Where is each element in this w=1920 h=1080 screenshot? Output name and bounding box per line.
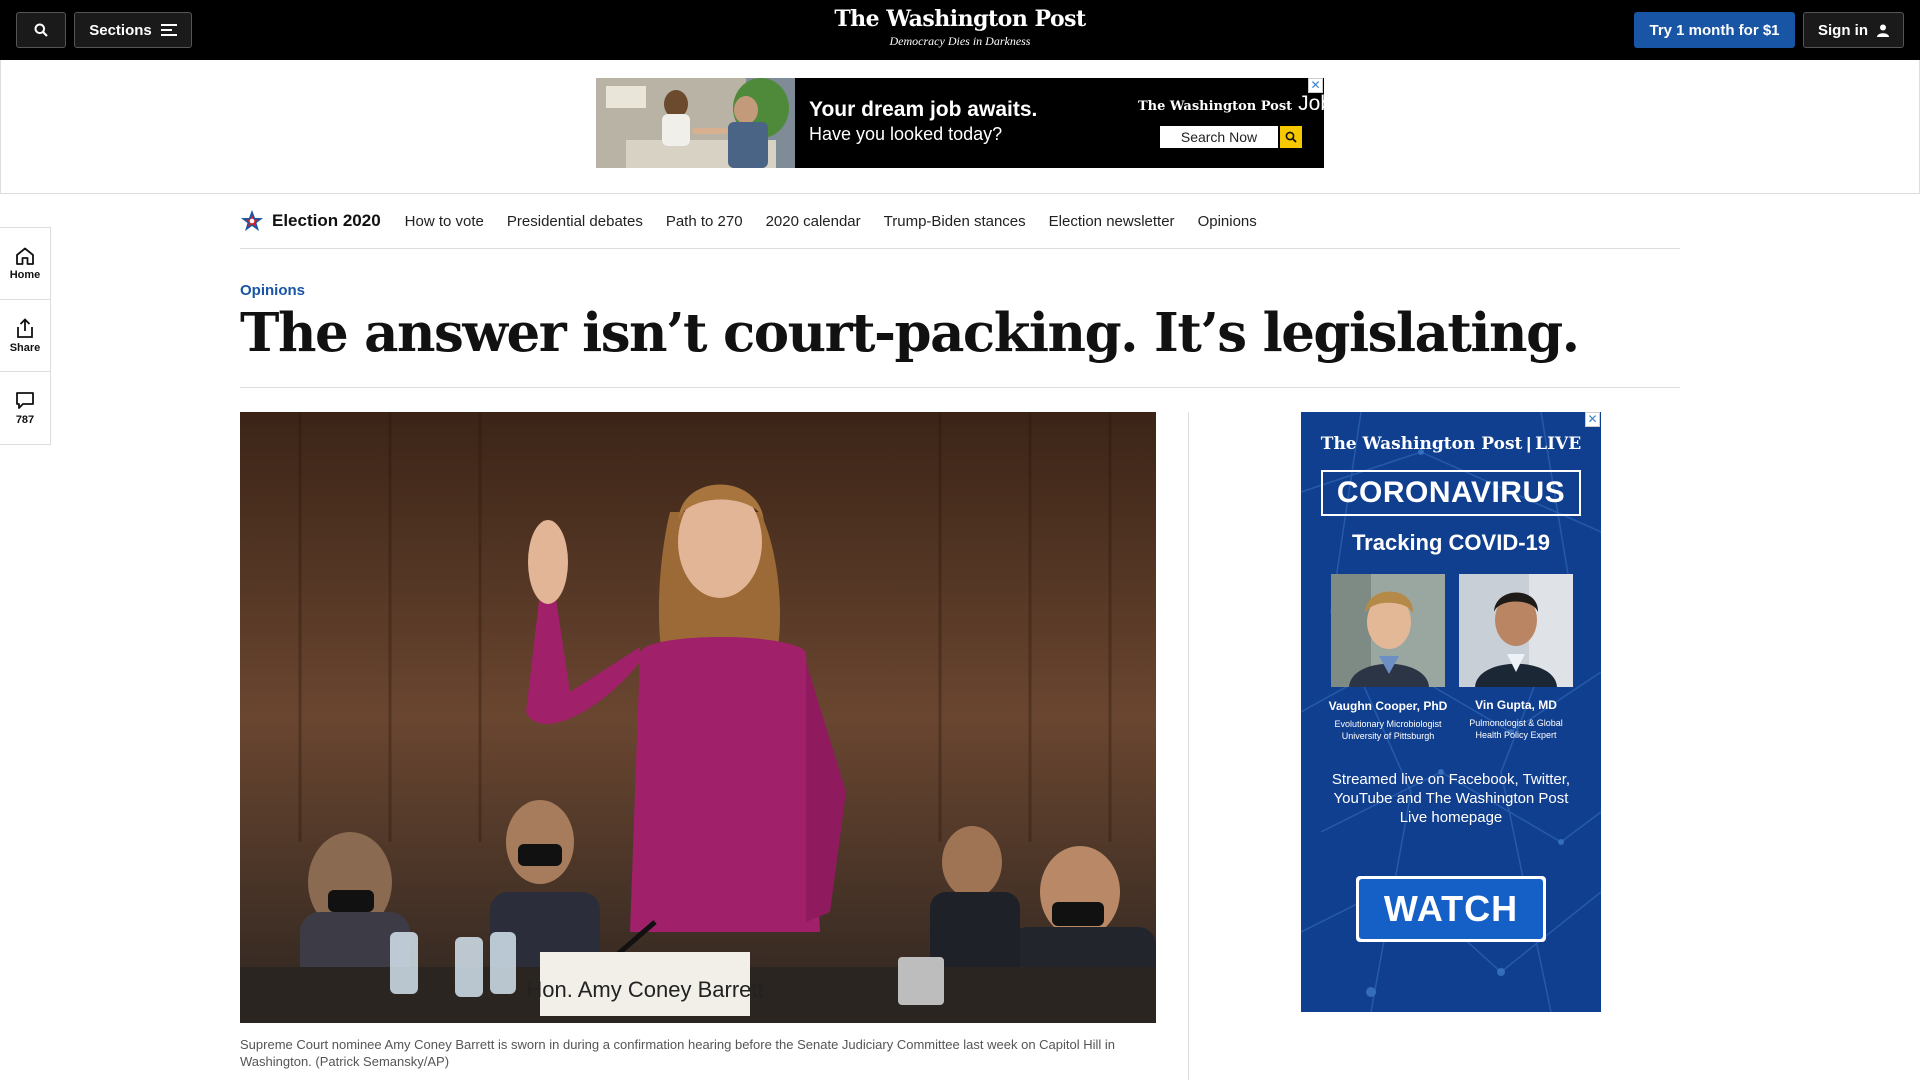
article-headline: The answer isn’t court-packing. It’s leg… [240, 302, 1580, 364]
hamburger-menu-icon [160, 24, 177, 36]
guest-name-vin-gupta: Vin Gupta, MD [1475, 698, 1557, 712]
home-icon [16, 247, 34, 265]
top-navigation-bar: Sections The Washington Post Democracy D… [0, 0, 1920, 60]
sign-in-label: Sign in [1818, 21, 1868, 39]
guest-role-vaughn-cooper-line2: University of Pittsburgh [1341, 731, 1435, 741]
sections-menu-button[interactable]: Sections [74, 12, 192, 48]
watch-button[interactable]: WATCH [1356, 876, 1546, 942]
side-action-rail: Home Share 787 [0, 227, 51, 445]
sign-in-button[interactable]: Sign in [1803, 12, 1904, 48]
comments-rail-button[interactable]: 787 [0, 372, 50, 444]
ad-brand-suffix: Jobs [1298, 92, 1324, 115]
user-icon [1877, 24, 1889, 37]
watch-label: WATCH [1359, 879, 1543, 939]
ad-brand: The Washington Post Jobs [1138, 92, 1324, 116]
nav-link-2020-calendar[interactable]: 2020 calendar [766, 213, 861, 230]
nav-link-election-newsletter[interactable]: Election newsletter [1049, 213, 1175, 230]
election-star-logo-icon [241, 210, 263, 232]
ad-stream-info: Streamed live on Facebook, Twitter, YouT… [1331, 771, 1571, 826]
subscribe-button[interactable]: Try 1 month for $1 [1634, 12, 1795, 48]
guest-role-vaughn-cooper-line1: Evolutionary Microbiologist [1334, 719, 1442, 729]
home-rail-button[interactable]: Home [0, 228, 50, 300]
ad-search-now-field[interactable]: Search Now [1160, 126, 1278, 148]
column-divider [1188, 412, 1189, 1080]
nav-link-how-to-vote[interactable]: How to vote [405, 213, 484, 230]
photo-nameplate: Hon. Amy Coney Barrett [526, 977, 763, 1002]
jobs-banner-ad[interactable]: Your dream job awaits. Have you looked t… [596, 78, 1324, 168]
article-kicker-opinions[interactable]: Opinions [240, 282, 305, 299]
ad-search-button[interactable] [1280, 126, 1302, 148]
sections-label: Sections [89, 21, 152, 39]
nav-link-path-to-270[interactable]: Path to 270 [666, 213, 743, 230]
guest-role-vin-gupta-line2: Health Policy Expert [1475, 730, 1557, 740]
share-rail-button[interactable]: Share [0, 300, 50, 372]
headline-divider [240, 387, 1680, 388]
ad-live-brand-name: The Washington Post [1320, 434, 1523, 454]
comment-icon [16, 391, 34, 409]
ad-subheadline: Have you looked today? [809, 124, 1003, 144]
home-label: Home [9, 268, 41, 281]
side-ad-close-icon[interactable]: ✕ [1585, 412, 1600, 427]
site-tagline: Democracy Dies in Darkness [889, 34, 1031, 48]
site-logo[interactable]: The Washington Post [760, 6, 1160, 32]
ad-live-title: CORONAVIRUS [1321, 470, 1581, 516]
ad-close-icon[interactable]: ✕ [1308, 78, 1323, 93]
ad-live-subtitle: Tracking COVID-19 [1351, 530, 1551, 555]
masthead-logo[interactable]: The Washington Post Democracy Dies in Da… [760, 6, 1160, 49]
comments-count: 787 [15, 413, 35, 426]
ad-headline: Your dream job awaits. [809, 98, 1038, 121]
share-label: Share [9, 341, 41, 354]
search-icon [34, 23, 48, 37]
wapo-live-coronavirus-ad[interactable]: The Washington Post | LIVE CORONAVIRUS Tra… [1301, 412, 1601, 1012]
search-icon [1285, 131, 1297, 143]
share-icon [17, 317, 33, 338]
election-2020-navigation: Election 2020 How to vote Presidential d… [240, 194, 1680, 249]
guest-role-vin-gupta-line1: Pulmonologist & Global [1469, 718, 1563, 728]
guest-name-vaughn-cooper: Vaughn Cooper, PhD [1328, 699, 1448, 713]
ad-live-suffix: LIVE [1535, 434, 1582, 454]
ad-live-brand: The Washington Post | LIVE [1320, 434, 1582, 454]
article-lead-photo[interactable]: Hon. Amy Coney Barrett [240, 412, 1156, 1023]
guest-photo-vin-gupta [1459, 574, 1573, 687]
nav-link-trump-biden-stances[interactable]: Trump-Biden stances [884, 213, 1026, 230]
nav-link-opinions[interactable]: Opinions [1198, 213, 1257, 230]
ad-brand-name: The Washington Post [1138, 99, 1293, 114]
nav-link-presidential-debates[interactable]: Presidential debates [507, 213, 643, 230]
election-2020-title[interactable]: Election 2020 [272, 211, 381, 231]
guest-photo-vaughn-cooper [1331, 574, 1445, 687]
photo-caption: Supreme Court nominee Amy Coney Barrett … [240, 1037, 1116, 1069]
ad-office-photo [596, 78, 795, 168]
search-button[interactable] [16, 12, 66, 48]
